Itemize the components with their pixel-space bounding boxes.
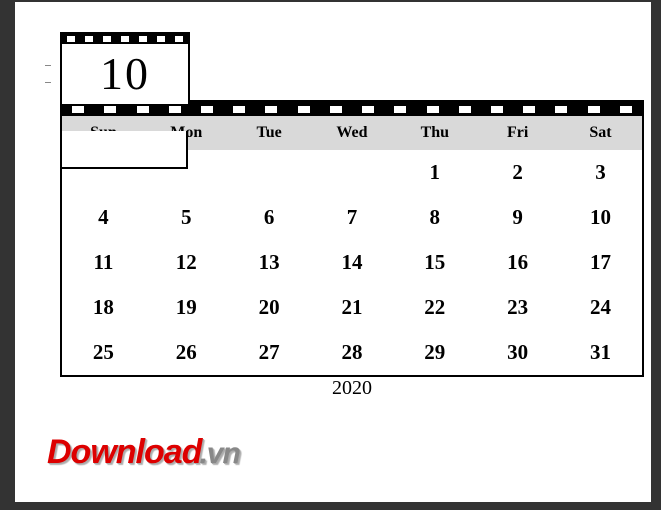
month-number: 10 xyxy=(62,44,188,104)
table-row: 18192021222324 xyxy=(62,285,642,330)
day-cell: 2 xyxy=(476,150,559,195)
month-box-extension xyxy=(60,131,188,169)
day-cell: 9 xyxy=(476,195,559,240)
day-cell: 20 xyxy=(228,285,311,330)
film-strip-icon xyxy=(62,34,188,44)
day-cell: 3 xyxy=(559,150,642,195)
day-cell: 24 xyxy=(559,285,642,330)
day-cell: 16 xyxy=(476,240,559,285)
day-cell: 12 xyxy=(145,240,228,285)
day-cell: 27 xyxy=(228,330,311,375)
day-cell: 7 xyxy=(311,195,394,240)
header-wed: Wed xyxy=(311,116,394,150)
header-fri: Fri xyxy=(476,116,559,150)
day-cell: 10 xyxy=(559,195,642,240)
document-page: 10 Sun Mon Tue Wed Thu Fri S xyxy=(15,2,651,502)
day-cell: 17 xyxy=(559,240,642,285)
day-cell: 5 xyxy=(145,195,228,240)
month-box: 10 xyxy=(60,32,190,106)
header-sat: Sat xyxy=(559,116,642,150)
day-cell: 18 xyxy=(62,285,145,330)
day-cell: 15 xyxy=(393,240,476,285)
day-cell: 1 xyxy=(393,150,476,195)
day-cell: 29 xyxy=(393,330,476,375)
calendar-tbody: 1234567891011121314151617181920212223242… xyxy=(62,150,642,375)
calendar-body: Sun Mon Tue Wed Thu Fri Sat 123456789101… xyxy=(60,100,644,377)
year-label: 2020 xyxy=(60,377,644,400)
table-row: 45678910 xyxy=(62,195,642,240)
margin-mark xyxy=(45,65,51,83)
day-cell: 25 xyxy=(62,330,145,375)
day-cell: 21 xyxy=(311,285,394,330)
table-row: 25262728293031 xyxy=(62,330,642,375)
day-cell: 30 xyxy=(476,330,559,375)
day-cell: 19 xyxy=(145,285,228,330)
table-row: 11121314151617 xyxy=(62,240,642,285)
day-cell: 26 xyxy=(145,330,228,375)
header-tue: Tue xyxy=(228,116,311,150)
day-cell: 13 xyxy=(228,240,311,285)
day-cell: 22 xyxy=(393,285,476,330)
day-cell: 11 xyxy=(62,240,145,285)
calendar: 10 Sun Mon Tue Wed Thu Fri S xyxy=(60,32,644,400)
watermark: Download.vn xyxy=(47,433,240,472)
day-cell xyxy=(228,150,311,195)
watermark-brand: Download xyxy=(47,433,201,472)
day-cell: 28 xyxy=(311,330,394,375)
day-cell: 31 xyxy=(559,330,642,375)
day-cell: 8 xyxy=(393,195,476,240)
header-thu: Thu xyxy=(393,116,476,150)
day-cell: 4 xyxy=(62,195,145,240)
day-cell xyxy=(311,150,394,195)
day-cell: 6 xyxy=(228,195,311,240)
day-cell: 23 xyxy=(476,285,559,330)
day-cell: 14 xyxy=(311,240,394,285)
watermark-domain: .vn xyxy=(199,437,239,471)
